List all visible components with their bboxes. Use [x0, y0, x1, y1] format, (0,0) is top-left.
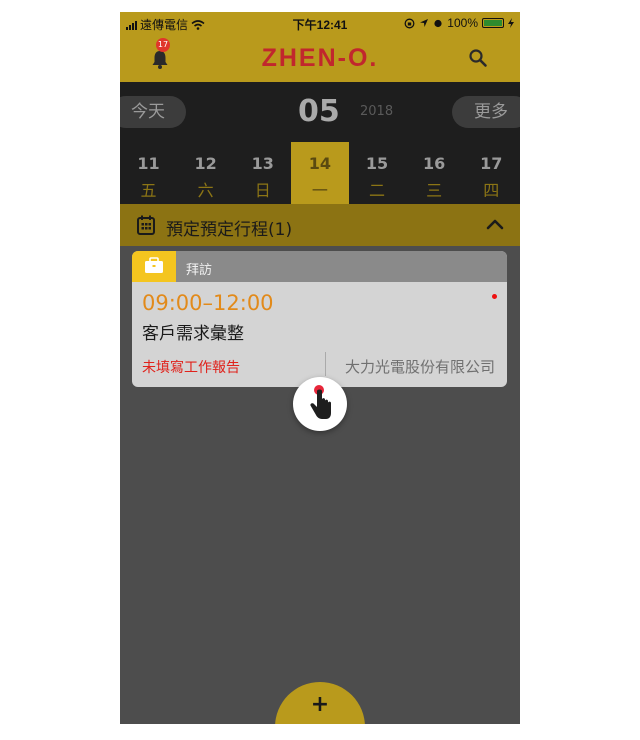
date-nav: 今天 05 2018 更多: [120, 82, 520, 142]
day-date: 11: [137, 154, 160, 173]
section-title: 預定預定行程(1): [166, 220, 293, 240]
calendar-icon: [137, 215, 155, 235]
day-item-selected[interactable]: 14 一: [291, 142, 349, 204]
day-date: 15: [365, 154, 389, 173]
day-weekday: 二: [369, 181, 386, 200]
status-bar: 遠傳電信 下午12:41 100%: [120, 12, 520, 34]
alarm-icon: [434, 19, 442, 28]
day-date: 13: [251, 154, 274, 173]
day-item[interactable]: 15 二: [349, 142, 406, 204]
day-item[interactable]: 17 四: [463, 142, 520, 204]
search-icon[interactable]: [468, 48, 488, 68]
day-weekday: 四: [483, 181, 500, 200]
briefcase-icon: [145, 257, 163, 273]
touch-cursor: [293, 377, 347, 431]
app-logo: ZHEN-O.: [261, 44, 379, 72]
event-type-icon-box: [132, 251, 176, 282]
event-type: 拜訪: [186, 263, 213, 278]
day-date: 12: [194, 154, 217, 173]
day-weekday: 日: [254, 181, 271, 200]
report-status: 未填寫工作報告: [142, 360, 240, 376]
plus-icon: +: [310, 692, 330, 717]
day-item[interactable]: 13 日: [234, 142, 291, 204]
day-weekday: 六: [197, 181, 214, 200]
event-card-header: 拜訪: [132, 251, 507, 282]
current-year: 2018: [360, 104, 394, 119]
today-button[interactable]: 今天: [120, 96, 186, 128]
app-header: 17 ZHEN-O.: [120, 34, 520, 82]
lock-rotation-icon: [404, 18, 415, 28]
event-time: 09:00–12:00: [142, 291, 274, 315]
week-strip: 11 五 12 六 13 日 14 一 15 二 16 三 17 四: [120, 142, 520, 204]
day-item[interactable]: 16 三: [406, 142, 463, 204]
day-date: 16: [423, 154, 446, 173]
unread-dot: [492, 294, 497, 299]
day-weekday: 一: [311, 181, 328, 200]
divider: [325, 352, 326, 376]
day-weekday: 三: [426, 181, 443, 200]
phone-screen: 遠傳電信 下午12:41 100% 17 ZHEN-O. 今天 05 2018 …: [120, 12, 520, 724]
event-card[interactable]: 拜訪 09:00–12:00 客戶需求彙整 未填寫工作報告 大力光電股份有限公司: [132, 251, 507, 387]
day-item[interactable]: 11 五: [120, 142, 177, 204]
battery-icon: [482, 18, 504, 28]
day-weekday: 五: [140, 181, 157, 200]
company-name: 大力光電股份有限公司: [344, 358, 495, 376]
status-right: 100%: [404, 16, 514, 30]
day-date: 17: [480, 154, 503, 173]
current-month: 05: [298, 94, 340, 129]
day-date: 14: [308, 154, 332, 173]
event-description: 客戶需求彙整: [142, 324, 244, 344]
pointing-hand-icon: [310, 385, 331, 419]
schedule-section-header[interactable]: 預定預定行程(1): [120, 204, 520, 246]
day-item[interactable]: 12 六: [177, 142, 234, 204]
chevron-up-icon[interactable]: [486, 217, 504, 231]
location-icon: [420, 19, 429, 27]
charging-icon: [508, 18, 514, 28]
more-button[interactable]: 更多: [452, 96, 520, 128]
battery-percent: 100%: [447, 16, 478, 30]
